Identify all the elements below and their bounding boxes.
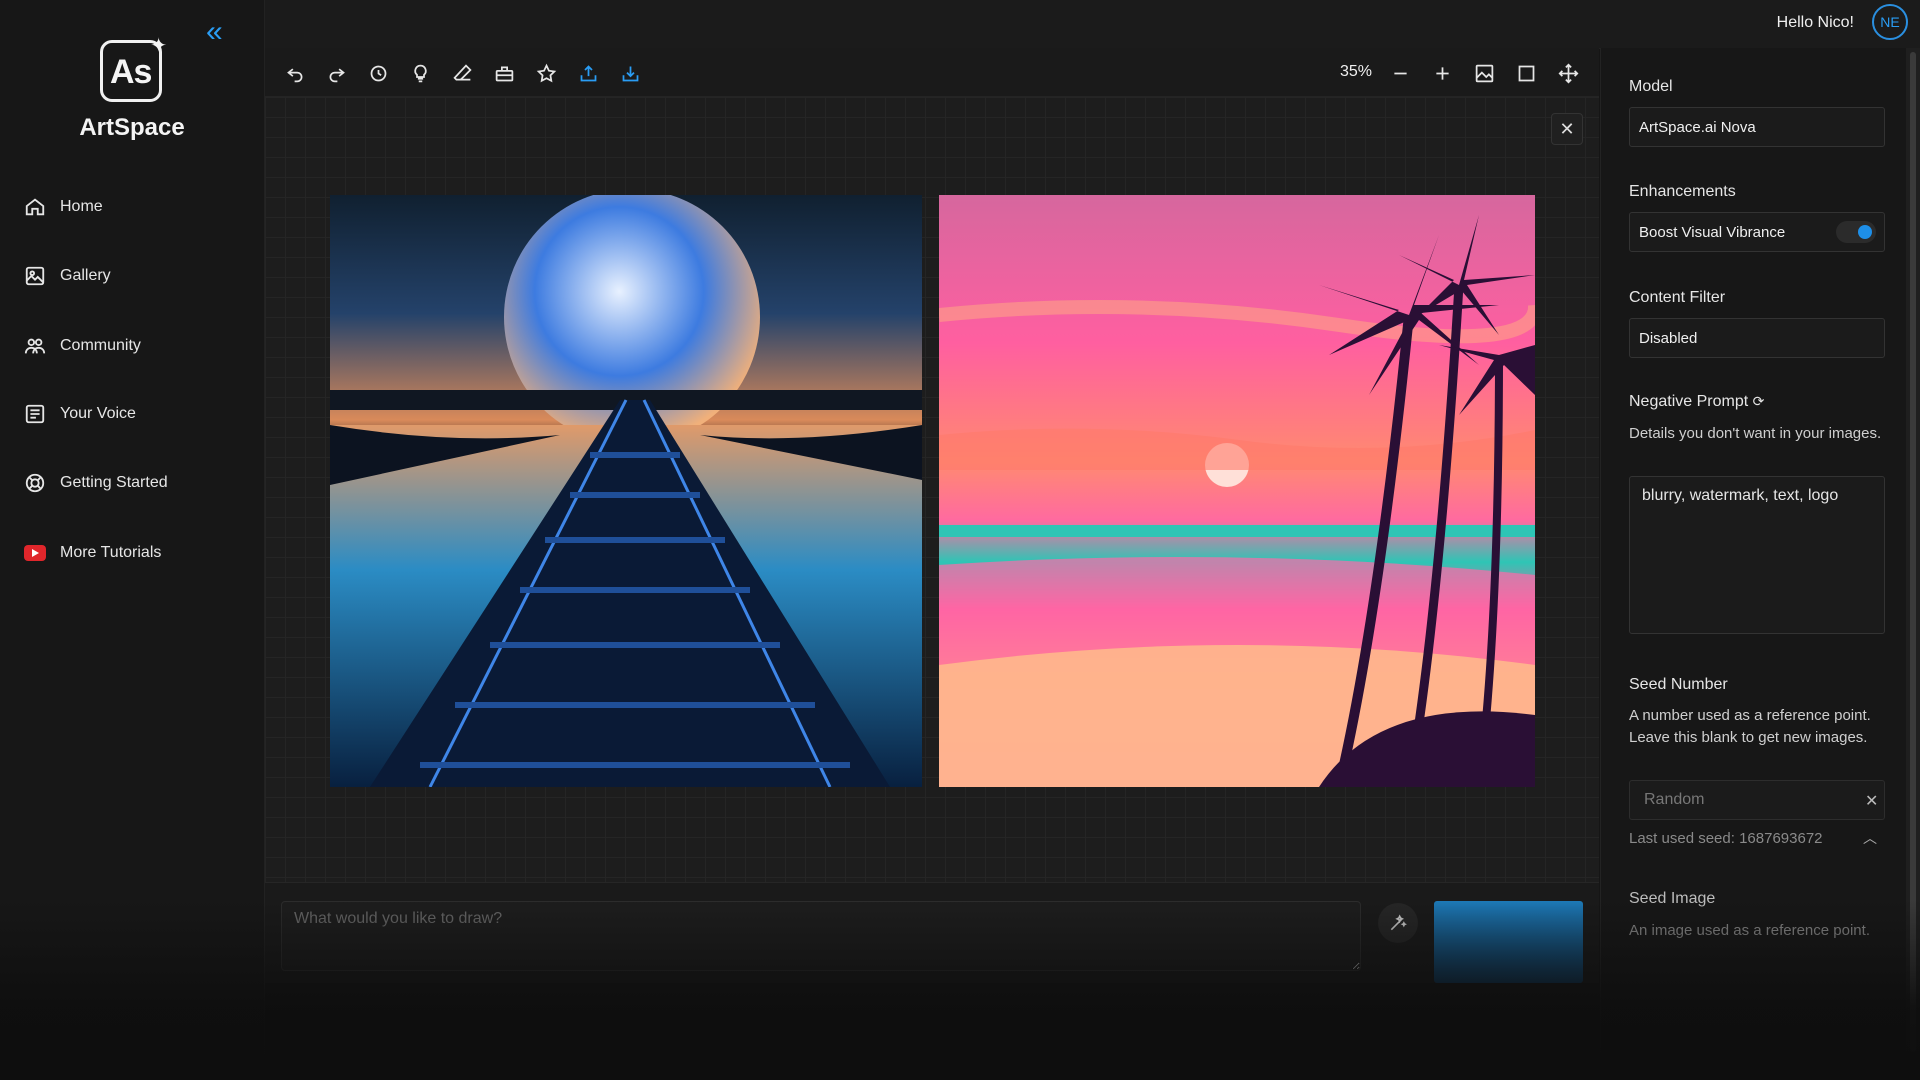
lightbulb-icon bbox=[413, 64, 427, 82]
upload-icon bbox=[580, 64, 596, 81]
prompt-input[interactable] bbox=[281, 901, 1361, 971]
download-button[interactable] bbox=[617, 60, 643, 86]
sidebar: « As ✦ ArtSpace Home Gallery Community Y… bbox=[0, 0, 265, 1080]
refresh-icon[interactable]: ⟳ bbox=[1753, 393, 1765, 409]
enhancement-option-label: Boost Visual Vibrance bbox=[1639, 224, 1786, 241]
redo-button[interactable] bbox=[323, 60, 349, 86]
settings-panel: Model ArtSpace.ai Nova Enhancements Boos… bbox=[1600, 48, 1907, 1080]
frame-button[interactable] bbox=[1513, 60, 1539, 86]
model-label: Model bbox=[1629, 78, 1673, 95]
close-icon: ✕ bbox=[1559, 118, 1575, 139]
redo-icon bbox=[329, 67, 345, 82]
seed-number-input[interactable] bbox=[1629, 780, 1885, 820]
zoom-out-icon bbox=[1393, 72, 1407, 74]
history-button[interactable] bbox=[365, 60, 391, 86]
collapse-sidebar-icon[interactable]: « bbox=[206, 17, 223, 47]
move-button[interactable] bbox=[1555, 60, 1581, 86]
sidebar-item-label: More Tutorials bbox=[60, 544, 162, 561]
image-icon bbox=[1475, 64, 1493, 82]
sidebar-item-home[interactable]: Home bbox=[24, 190, 244, 224]
idea-button[interactable] bbox=[407, 60, 433, 86]
sidebar-item-label: Your Voice bbox=[60, 405, 136, 422]
seed-image-description: An image used as a reference point. bbox=[1629, 922, 1870, 939]
fit-image-button[interactable] bbox=[1471, 60, 1497, 86]
negative-prompt-title: Negative Prompt bbox=[1629, 393, 1749, 410]
community-icon bbox=[24, 338, 46, 354]
content-filter-label: Content Filter bbox=[1629, 289, 1726, 306]
home-icon bbox=[25, 198, 45, 216]
last-used-seed: Last used seed: 1687693672 bbox=[1629, 830, 1823, 847]
zoom-level: 35% bbox=[1340, 63, 1373, 80]
generated-image-beach-sunset[interactable] bbox=[939, 195, 1535, 787]
logo-text: As bbox=[110, 53, 152, 91]
enhancement-option: Boost Visual Vibrance bbox=[1629, 212, 1885, 252]
beach-sunset-artwork bbox=[939, 215, 1535, 787]
eraser-button[interactable] bbox=[449, 60, 475, 86]
canvas-toolbar: 35% bbox=[265, 48, 1599, 97]
clear-seed-icon[interactable]: ✕ bbox=[1865, 791, 1878, 811]
content-filter-select[interactable]: Disabled bbox=[1629, 318, 1885, 358]
magic-prompt-button[interactable] bbox=[1378, 903, 1418, 943]
panel-scrollbar[interactable] bbox=[1906, 48, 1920, 1080]
magic-wand-icon bbox=[1390, 914, 1407, 931]
generate-button[interactable] bbox=[1434, 901, 1583, 983]
lifebuoy-icon bbox=[25, 473, 45, 493]
undo-button[interactable] bbox=[282, 60, 308, 86]
sidebar-item-more-tutorials[interactable]: More Tutorials bbox=[24, 536, 244, 570]
model-select[interactable]: ArtSpace.ai Nova bbox=[1629, 107, 1885, 147]
negative-prompt-label: Negative Prompt ⟳ bbox=[1629, 393, 1764, 411]
avatar-initials: NE bbox=[1880, 14, 1900, 30]
square-icon bbox=[1518, 65, 1534, 81]
zoom-out-button[interactable] bbox=[1387, 60, 1413, 86]
sidebar-item-label: Gallery bbox=[60, 267, 111, 284]
undo-icon bbox=[286, 67, 302, 82]
sidebar-item-label: Community bbox=[60, 337, 141, 354]
sidebar-item-community[interactable]: Community bbox=[24, 329, 244, 363]
youtube-icon bbox=[24, 545, 46, 561]
canvas-area[interactable]: ✕ bbox=[265, 97, 1599, 882]
avatar[interactable]: NE bbox=[1872, 4, 1908, 40]
negative-prompt-input[interactable]: blurry, watermark, text, logo bbox=[1629, 476, 1885, 634]
zoom-in-icon bbox=[1435, 66, 1449, 80]
prompt-area bbox=[265, 882, 1599, 983]
model-value: ArtSpace.ai Nova bbox=[1639, 119, 1756, 136]
history-icon bbox=[370, 65, 386, 81]
sidebar-item-label: Home bbox=[60, 198, 103, 215]
top-bar: Hello Nico! NE bbox=[265, 0, 1920, 49]
star-icon bbox=[536, 63, 556, 82]
toggle-knob bbox=[1858, 225, 1872, 239]
sidebar-item-label: Getting Started bbox=[60, 474, 168, 491]
seed-number-description: A number used as a reference point. Leav… bbox=[1629, 707, 1871, 746]
app-name: ArtSpace bbox=[79, 114, 185, 141]
user-greeting: Hello Nico! bbox=[1776, 14, 1854, 31]
close-button[interactable]: ✕ bbox=[1551, 113, 1583, 145]
zoom-in-button[interactable] bbox=[1429, 60, 1455, 86]
upload-button[interactable] bbox=[575, 60, 601, 86]
enhancements-label: Enhancements bbox=[1629, 183, 1736, 200]
gallery-icon bbox=[25, 266, 45, 286]
favorite-button[interactable] bbox=[533, 60, 559, 86]
move-icon bbox=[1558, 63, 1578, 83]
boost-vibrance-toggle[interactable] bbox=[1836, 221, 1876, 243]
chevron-up-icon[interactable]: ︿ bbox=[1863, 828, 1877, 848]
generated-image-moon-railway[interactable] bbox=[330, 195, 922, 787]
download-icon bbox=[622, 66, 638, 81]
sidebar-item-getting-started[interactable]: Getting Started bbox=[24, 466, 244, 500]
moon-railway-artwork bbox=[330, 195, 922, 787]
app-logo: As ✦ bbox=[100, 35, 167, 102]
eraser-icon bbox=[452, 63, 472, 80]
toolbox-button[interactable] bbox=[491, 60, 517, 86]
sparkle-icon: ✦ bbox=[150, 35, 167, 57]
content-filter-value: Disabled bbox=[1639, 330, 1698, 347]
seed-image-label: Seed Image bbox=[1629, 890, 1716, 907]
scrollbar-thumb[interactable] bbox=[1910, 52, 1916, 1052]
feedback-icon bbox=[25, 404, 45, 424]
toolbox-icon bbox=[495, 66, 513, 81]
sidebar-item-your-voice[interactable]: Your Voice bbox=[24, 397, 244, 431]
seed-number-label: Seed Number bbox=[1629, 676, 1728, 693]
negative-prompt-description: Details you don't want in your images. bbox=[1629, 425, 1882, 442]
sidebar-item-gallery[interactable]: Gallery bbox=[24, 259, 244, 293]
